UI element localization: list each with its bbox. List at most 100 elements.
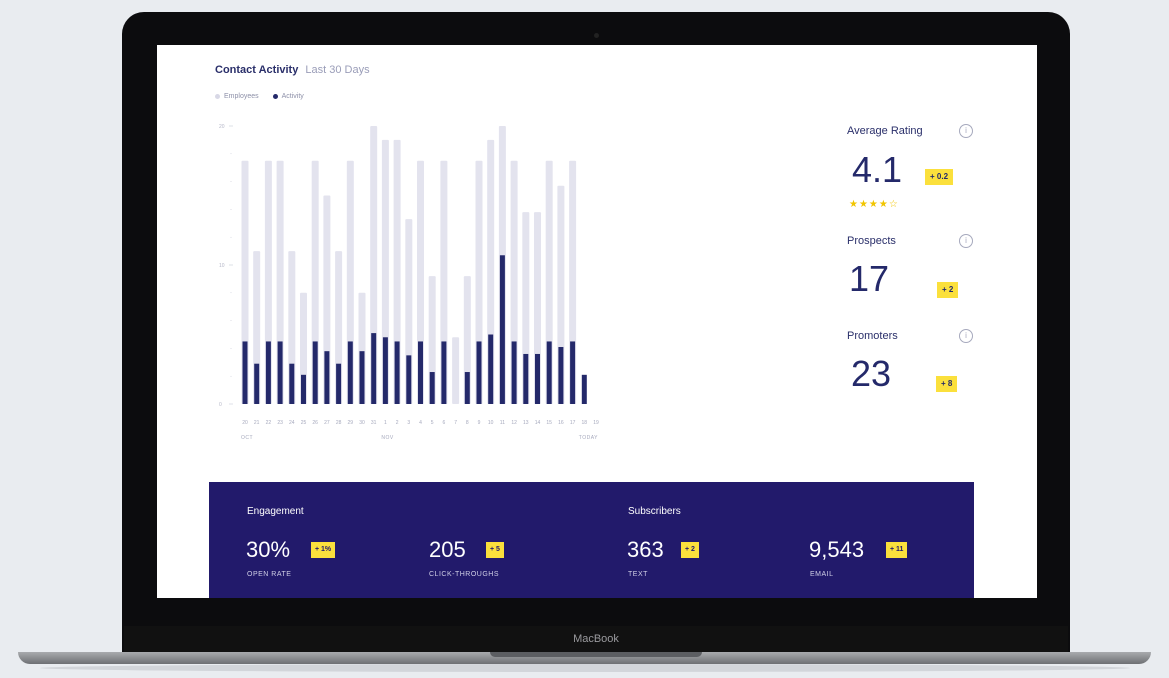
x-month-label: TODAY: [579, 435, 598, 441]
activity-bar-chart: 0102020 21 22 23 24 25 26 27 28 29 30 31 1 2 3 4 5 6 7 8 9 10…: [219, 124, 599, 441]
stat-value-average-rating: 4.1: [852, 149, 903, 190]
x-tick-label: 17: [570, 420, 576, 426]
bar-activity: [254, 363, 260, 404]
x-tick-label: 18: [582, 420, 588, 426]
x-tick-label: 2: [396, 420, 399, 426]
stat-label-prospects: Prospects: [847, 235, 896, 247]
dashboard-screen: Contact Activity Last 30 Days Employees …: [157, 45, 1037, 598]
bar-activity: [429, 372, 435, 404]
y-tick-label: 20: [219, 124, 225, 130]
bar-activity: [277, 341, 283, 404]
subscribers-title: Subscribers: [628, 506, 681, 517]
bar-activity: [570, 341, 576, 404]
camera-icon: [594, 33, 599, 38]
bar-activity: [476, 341, 482, 404]
bar-activity: [464, 372, 470, 404]
bar-activity: [371, 333, 377, 404]
bar-activity: [581, 374, 587, 404]
metric-change-click-throughs: + 5: [486, 542, 504, 558]
bar-activity: [336, 363, 342, 404]
x-tick-label: 14: [535, 420, 541, 426]
x-tick-label: 26: [312, 420, 318, 426]
metric-value-email: 9,543: [809, 537, 865, 562]
metric-change-open-rate: + 1%: [311, 542, 336, 558]
x-tick-label: 28: [336, 420, 342, 426]
x-tick-label: 16: [558, 420, 564, 426]
x-tick-label: 12: [511, 420, 517, 426]
bar-activity: [301, 374, 306, 404]
bar-activity: [558, 347, 564, 404]
x-tick-label: 30: [359, 420, 365, 426]
bar-activity: [289, 363, 295, 404]
x-tick-label: 23: [277, 420, 283, 426]
x-tick-label: 8: [466, 420, 469, 426]
info-icon[interactable]: i: [959, 234, 973, 248]
bar-activity: [546, 341, 552, 404]
x-tick-label: 22: [266, 420, 272, 426]
bar-activity: [406, 355, 412, 404]
bar-activity: [488, 334, 494, 404]
stat-value-prospects: 17: [849, 258, 890, 299]
x-month-label: NOV: [381, 435, 394, 441]
bar-activity: [324, 351, 330, 404]
bar-activity: [312, 341, 318, 404]
stat-change-average-rating: + 0.2: [925, 169, 954, 185]
x-tick-label: 24: [289, 420, 295, 426]
stat-value-promoters: 23: [851, 353, 892, 394]
info-icon[interactable]: i: [959, 329, 973, 343]
bar-employees: [452, 337, 460, 404]
bar-activity: [535, 353, 540, 404]
x-tick-label: 31: [371, 420, 377, 426]
laptop-chin: MacBook: [124, 626, 1068, 652]
x-tick-label: 29: [348, 420, 354, 426]
stat-label-promoters: Promoters: [847, 330, 898, 342]
bar-activity: [418, 341, 423, 404]
info-icon[interactable]: i: [959, 124, 973, 138]
x-tick-label: 10: [488, 420, 494, 426]
x-tick-label: 15: [546, 420, 552, 426]
metric-caption-text: TEXT: [628, 571, 648, 578]
bar-activity: [394, 341, 400, 404]
x-tick-label: 20: [242, 420, 248, 426]
x-tick-label: 7: [454, 420, 457, 426]
bar-activity: [359, 351, 365, 404]
bar-activity: [347, 341, 353, 404]
engagement-title: Engagement: [247, 506, 304, 517]
metric-change-email: + 11: [886, 542, 908, 558]
metric-value-text: 363: [627, 537, 664, 562]
metric-caption-click-throughs: CLICK-THROUGHS: [429, 571, 500, 578]
x-tick-label: 5: [431, 420, 434, 426]
y-tick-label: 10: [219, 263, 225, 269]
bar-activity: [382, 337, 388, 404]
x-tick-label: 27: [324, 420, 330, 426]
x-tick-label: 9: [478, 420, 481, 426]
metric-caption-open-rate: OPEN RATE: [247, 571, 292, 578]
x-tick-label: 3: [407, 420, 410, 426]
bar-activity: [265, 341, 271, 404]
x-tick-label: 13: [523, 420, 529, 426]
x-tick-label: 25: [301, 420, 307, 426]
x-month-label: OCT: [241, 435, 253, 441]
y-tick-label: 0: [219, 402, 222, 408]
rating-stars-icon: ★★★★☆: [849, 199, 899, 210]
stat-label-average-rating: Average Rating: [847, 125, 923, 137]
bar-activity: [242, 341, 248, 404]
stat-change-promoters: + 8: [936, 376, 958, 392]
x-tick-label: 6: [443, 420, 446, 426]
bar-activity: [511, 341, 517, 404]
metric-value-click-throughs: 205: [429, 537, 466, 562]
x-tick-label: 11: [500, 420, 505, 426]
laptop-notch: [490, 652, 702, 657]
laptop-shadow: [40, 664, 1130, 672]
x-tick-label: 1: [384, 420, 387, 426]
metric-caption-email: EMAIL: [810, 571, 834, 578]
metrics-panel: Engagement Subscribers 30% + 1% OPEN RAT…: [209, 482, 974, 598]
metric-change-text: + 2: [681, 542, 699, 558]
bar-activity: [523, 353, 529, 404]
x-tick-label: 19: [593, 420, 599, 426]
stat-change-prospects: + 2: [937, 282, 959, 298]
x-tick-label: 21: [254, 420, 260, 426]
metric-value-open-rate: 30%: [246, 537, 291, 562]
bar-activity: [441, 341, 447, 404]
x-tick-label: 4: [419, 420, 422, 426]
